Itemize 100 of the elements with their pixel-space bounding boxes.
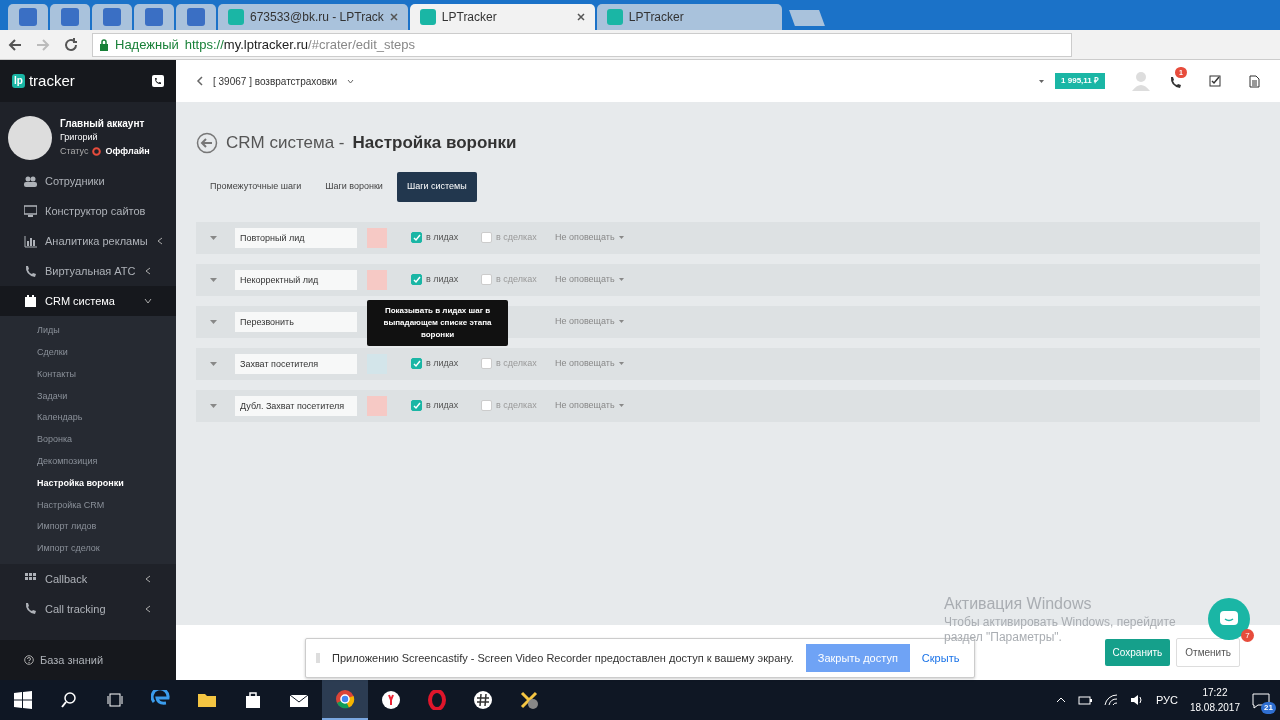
- reload-icon[interactable]: [64, 37, 78, 52]
- status-label: Статус: [60, 144, 89, 158]
- address-bar[interactable]: Надежный https://my.lptracker.ru/#crater/edit_steps: [92, 32, 1072, 57]
- caret-icon[interactable]: [1038, 78, 1046, 84]
- notification-text: Приложению Screencastify - Screen Video Recorder предоставлен доступ к вашему экрану.: [332, 650, 794, 666]
- checkbox[interactable]: [481, 232, 492, 243]
- document-icon[interactable]: [1249, 74, 1260, 88]
- step-name-field[interactable]: Некорректный лид: [235, 269, 357, 290]
- circle-logo-icon[interactable]: [335, 689, 355, 709]
- step-name-field[interactable]: Дубл. Захват посетителя: [235, 395, 357, 416]
- sidebar-subitem[interactable]: Лиды: [0, 320, 176, 342]
- sidebar-subitem[interactable]: Декомпозиция: [0, 450, 176, 473]
- checkbox[interactable]: [411, 232, 422, 243]
- sidebar-subitem[interactable]: Настройка CRM: [0, 494, 176, 517]
- sidebar-subitem[interactable]: Задачи: [0, 385, 176, 408]
- letter-circle-icon[interactable]: [381, 690, 401, 710]
- sidebar-item[interactable]: CRM система: [0, 286, 176, 316]
- crossed-tool-icon[interactable]: [519, 690, 539, 710]
- browser-tab[interactable]: LPTracker: [596, 4, 782, 30]
- chevron-down-icon: [144, 297, 152, 305]
- caret-icon[interactable]: [347, 78, 355, 84]
- sidebar-subitem[interactable]: Импорт лидов: [0, 516, 176, 538]
- clock-time[interactable]: 17:22: [1189, 685, 1240, 700]
- phone-icon[interactable]: [152, 75, 164, 87]
- browser-tab[interactable]: [50, 4, 90, 30]
- checkbox[interactable]: [411, 274, 422, 285]
- browser-tab[interactable]: [92, 4, 132, 30]
- shopping-bag-icon[interactable]: [243, 690, 263, 710]
- caret-icon[interactable]: [210, 403, 217, 408]
- step-name-field[interactable]: Перезвонить: [235, 311, 357, 332]
- browser-tab[interactable]: [176, 4, 216, 30]
- back-icon[interactable]: [8, 37, 22, 52]
- step-name-field[interactable]: Повторный лид: [235, 227, 357, 248]
- tab[interactable]: Промежуточные шаги: [200, 172, 312, 202]
- caret-icon[interactable]: [210, 235, 217, 240]
- caret-icon[interactable]: [210, 277, 217, 282]
- users-icon: [24, 174, 37, 188]
- volume-icon[interactable]: [1129, 694, 1144, 706]
- checkbox[interactable]: [411, 358, 422, 369]
- caret-icon[interactable]: [210, 361, 217, 366]
- sidebar-subitem[interactable]: Контакты: [0, 363, 176, 386]
- help-link[interactable]: База знаний: [40, 651, 104, 669]
- wifi-icon[interactable]: [1103, 694, 1118, 706]
- checkbox[interactable]: [481, 274, 492, 285]
- phone-icon: [24, 264, 37, 278]
- status-value: Оффлайн: [105, 144, 150, 158]
- phone-icon[interactable]: [1169, 75, 1181, 88]
- browser-tab[interactable]: 673533@bk.ru - LPTrack: [218, 4, 408, 30]
- checkbox[interactable]: [481, 400, 492, 411]
- checkbox-label: в лидах: [426, 272, 459, 286]
- browser-tab[interactable]: [134, 4, 174, 30]
- hash-icon[interactable]: [473, 690, 493, 710]
- hide-link[interactable]: Скрыть: [921, 649, 960, 667]
- checkbox[interactable]: [481, 358, 492, 369]
- tab[interactable]: Шаги системы: [396, 172, 477, 202]
- caret-icon: [618, 320, 624, 323]
- sidebar-item[interactable]: Виртуальная АТС: [0, 256, 176, 286]
- tab-favicon: [19, 8, 37, 26]
- check-icon: [412, 401, 421, 410]
- battery-icon[interactable]: [1077, 695, 1092, 705]
- input-language[interactable]: РУС: [1155, 691, 1178, 709]
- color-swatch[interactable]: [367, 269, 387, 290]
- new-tab-button[interactable]: [788, 10, 825, 26]
- chevron-up-icon[interactable]: [1055, 697, 1066, 703]
- checkbox-label: в сделках: [496, 230, 537, 244]
- tab[interactable]: Шаги воронки: [315, 172, 393, 202]
- sidebar-subitem[interactable]: Сделки: [0, 341, 176, 364]
- sidebar-item[interactable]: Callback: [0, 563, 176, 594]
- sidebar-item[interactable]: Аналитика рекламы: [0, 226, 176, 256]
- checkbox-icon[interactable]: [1209, 75, 1221, 87]
- close-icon[interactable]: [576, 13, 585, 21]
- help-icon: [24, 655, 34, 665]
- sidebar-item[interactable]: Call tracking: [0, 593, 176, 624]
- windows-start-icon[interactable]: [14, 691, 32, 709]
- browser-tab[interactable]: LPTracker: [409, 4, 595, 30]
- sidebar-subitem[interactable]: Импорт сделок: [0, 537, 176, 560]
- sidebar-item[interactable]: Сотрудники: [0, 166, 176, 196]
- color-swatch[interactable]: [367, 395, 387, 416]
- account-name: Главный аккаунт: [60, 117, 146, 131]
- sidebar-subitem[interactable]: Настройка воронки: [0, 472, 176, 495]
- caret-icon[interactable]: [210, 319, 217, 324]
- sidebar-subitem[interactable]: Воронка: [0, 429, 176, 451]
- back-icon[interactable]: [196, 76, 203, 86]
- user-login: Григорий: [60, 131, 99, 144]
- step-name-field[interactable]: Захват посетителя: [235, 353, 357, 374]
- checkbox[interactable]: [411, 400, 422, 411]
- tab-favicon: [228, 9, 244, 25]
- project-selector[interactable]: [ 39067 ] возвратстраховки: [213, 73, 338, 89]
- color-swatch[interactable]: [367, 227, 387, 248]
- sidebar-item[interactable]: Конструктор сайтов: [0, 196, 176, 226]
- browser-tab[interactable]: [8, 4, 48, 30]
- sidebar-subitem[interactable]: Календарь: [0, 407, 176, 429]
- task-view-icon[interactable]: [107, 693, 123, 707]
- close-icon[interactable]: [389, 13, 398, 21]
- search-icon[interactable]: [61, 692, 77, 708]
- clock-date[interactable]: 18.08.2017: [1189, 700, 1240, 715]
- drag-handle-icon[interactable]: [316, 653, 320, 663]
- checkbox-label: в сделках: [496, 356, 537, 370]
- cancel-button[interactable]: Отменить: [1176, 638, 1240, 667]
- ring-icon[interactable]: [427, 690, 447, 710]
